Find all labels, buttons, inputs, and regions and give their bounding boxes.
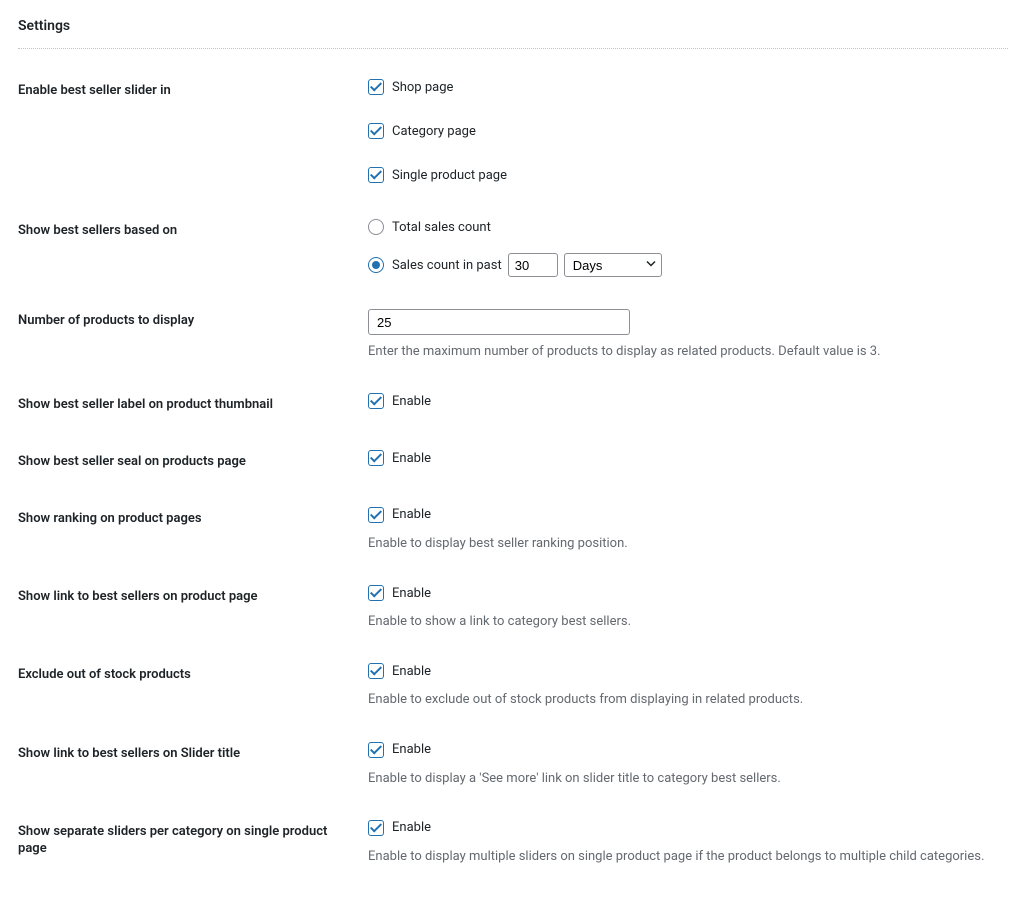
desc-num-products: Enter the maximum number of products to … <box>368 343 998 361</box>
checkbox-ranking-text: Enable <box>392 507 431 522</box>
settings-table: Enable best seller slider in Shop page C… <box>18 63 1008 882</box>
checkbox-label-thumb[interactable] <box>368 393 384 409</box>
label-link-slider: Show link to best sellers on Slider titl… <box>18 726 368 804</box>
checkbox-ranking-label[interactable]: Enable <box>368 507 431 523</box>
checkbox-link-product-text: Enable <box>392 586 431 601</box>
desc-separate-sliders: Enable to display multiple sliders on si… <box>368 848 998 866</box>
checkbox-link-slider-text: Enable <box>392 742 431 757</box>
label-based-on: Show best sellers based on <box>18 203 368 293</box>
checkbox-exclude-oos-label[interactable]: Enable <box>368 663 431 679</box>
label-ranking: Show ranking on product pages <box>18 491 368 569</box>
checkbox-category-page-label[interactable]: Category page <box>368 123 476 139</box>
checkbox-link-slider[interactable] <box>368 742 384 758</box>
label-label-thumb: Show best seller label on product thumbn… <box>18 377 368 434</box>
checkbox-ranking[interactable] <box>368 507 384 523</box>
select-past-unit[interactable]: Days <box>564 253 662 277</box>
desc-ranking: Enable to display best seller ranking po… <box>368 535 998 553</box>
label-link-product: Show link to best sellers on product pag… <box>18 569 368 647</box>
radio-sales-past-text: Sales count in past <box>392 258 502 273</box>
checkbox-exclude-oos-text: Enable <box>392 664 431 679</box>
row-separate-sliders: Show separate sliders per category on si… <box>18 804 1008 882</box>
row-enable-slider: Enable best seller slider in Shop page C… <box>18 63 1008 203</box>
row-based-on: Show best sellers based on Total sales c… <box>18 203 1008 293</box>
checkbox-separate-sliders-label[interactable]: Enable <box>368 820 431 836</box>
row-link-product: Show link to best sellers on product pag… <box>18 569 1008 647</box>
checkbox-shop-page-text: Shop page <box>392 80 453 95</box>
input-num-products[interactable] <box>368 309 630 335</box>
checkbox-category-page-text: Category page <box>392 124 476 139</box>
label-separate-sliders: Show separate sliders per category on si… <box>18 804 368 882</box>
desc-exclude-oos: Enable to exclude out of stock products … <box>368 691 998 709</box>
checkbox-label-thumb-text: Enable <box>392 394 431 409</box>
row-link-slider: Show link to best sellers on Slider titl… <box>18 726 1008 804</box>
checkbox-single-product[interactable] <box>368 167 384 183</box>
checkbox-separate-sliders-text: Enable <box>392 820 431 835</box>
checkbox-seal-page-text: Enable <box>392 451 431 466</box>
checkbox-seal-page[interactable] <box>368 450 384 466</box>
row-exclude-oos: Exclude out of stock products Enable Ena… <box>18 647 1008 725</box>
label-seal-page: Show best seller seal on products page <box>18 434 368 491</box>
desc-link-slider: Enable to display a 'See more' link on s… <box>368 770 998 788</box>
label-num-products: Number of products to display <box>18 293 368 377</box>
row-num-products: Number of products to display Enter the … <box>18 293 1008 377</box>
checkbox-shop-page[interactable] <box>368 79 384 95</box>
checkbox-link-product[interactable] <box>368 585 384 601</box>
radio-total-sales-label[interactable]: Total sales count <box>368 219 491 235</box>
checkbox-shop-page-label[interactable]: Shop page <box>368 79 453 95</box>
checkbox-single-product-label[interactable]: Single product page <box>368 167 507 183</box>
label-enable-slider: Enable best seller slider in <box>18 63 368 203</box>
checkbox-seal-page-label[interactable]: Enable <box>368 450 431 466</box>
input-past-days[interactable] <box>508 253 558 277</box>
checkbox-category-page[interactable] <box>368 123 384 139</box>
radio-sales-past-label[interactable]: Sales count in past <box>368 257 502 273</box>
checkbox-link-slider-label[interactable]: Enable <box>368 742 431 758</box>
radio-total-sales-text: Total sales count <box>392 220 491 235</box>
desc-link-product: Enable to show a link to category best s… <box>368 613 998 631</box>
row-label-thumb: Show best seller label on product thumbn… <box>18 377 1008 434</box>
radio-total-sales[interactable] <box>368 219 384 235</box>
label-exclude-oos: Exclude out of stock products <box>18 647 368 725</box>
radio-sales-past[interactable] <box>368 257 384 273</box>
section-title: Settings <box>18 18 1008 48</box>
section-divider <box>18 48 1008 49</box>
checkbox-label-thumb-label[interactable]: Enable <box>368 393 431 409</box>
checkbox-separate-sliders[interactable] <box>368 820 384 836</box>
row-ranking: Show ranking on product pages Enable Ena… <box>18 491 1008 569</box>
checkbox-link-product-label[interactable]: Enable <box>368 585 431 601</box>
row-seal-page: Show best seller seal on products page E… <box>18 434 1008 491</box>
checkbox-single-product-text: Single product page <box>392 168 507 183</box>
checkbox-exclude-oos[interactable] <box>368 663 384 679</box>
